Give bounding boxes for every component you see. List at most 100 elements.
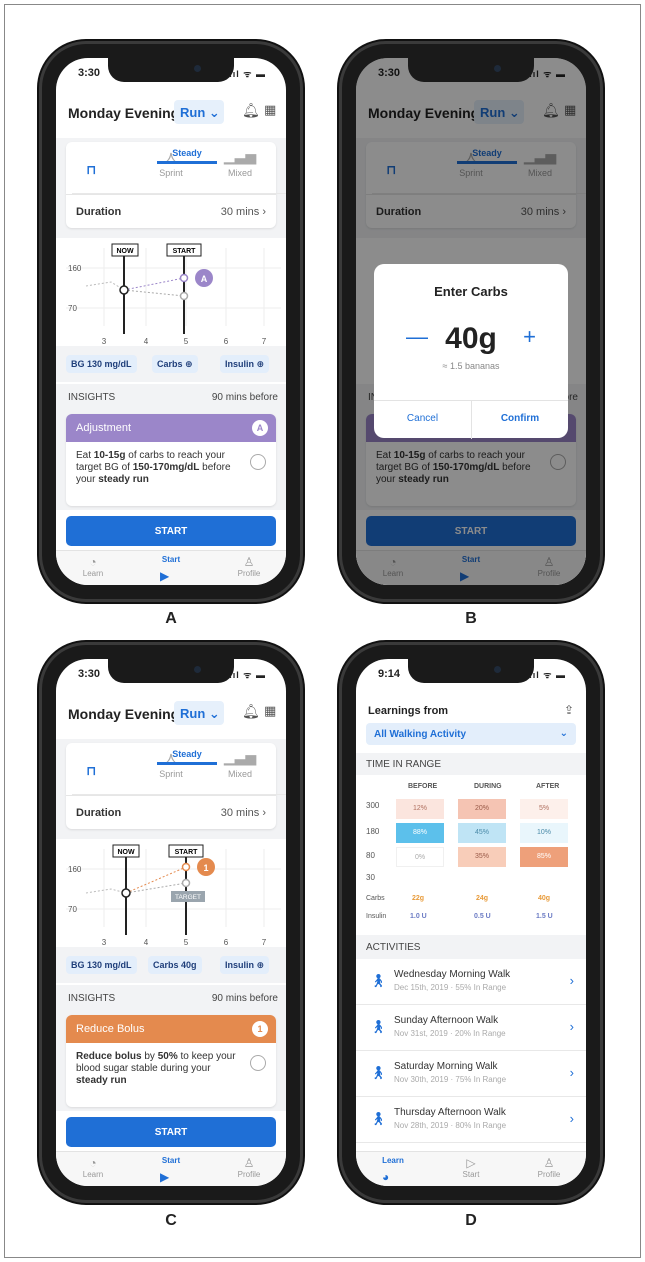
activity-name: Wednesday Morning Walk [394,969,511,980]
notch [108,659,234,683]
activity-label: Run [180,105,206,120]
play-icon: ▶ [160,569,170,583]
activity-details: Nov 31st, 2019 · 20% In Range [394,1029,506,1038]
notch [108,58,234,82]
list-item[interactable]: 🚶︎ Wednesday Morning Walk Dec 15th, 2019… [356,959,586,1005]
bg-pill[interactable]: BG 130 mg/dL [66,355,137,373]
run-type-card: ⊓ Steady ⋏ Sprint ▁▃▅ Mixed Duration 30 min… [66,142,286,228]
list-item[interactable]: 🚶︎ Saturday Morning Walk Nov 30th, 2019 … [356,1051,586,1097]
list-item[interactable]: 🚶︎ Thursday Afternoon Walk Nov 28th, 201… [356,1097,586,1143]
input-pills: BG 130 mg/dL Carbs 40g Insulin ⊕ [56,947,286,983]
x-tick: 6 [224,337,229,346]
nav-learn[interactable]: ◕ Learn [368,1156,418,1186]
start-button[interactable]: START [66,516,276,546]
nav-profile[interactable]: ♙ Profile [524,1156,574,1179]
nav-profile[interactable]: ♙ Profile [224,555,274,578]
chevron-down-icon: ⌄ [559,728,568,739]
screen-d: 9:14 ..ıl ᯤ ▬ Learnings from ⇪ All Walki… [356,659,586,1186]
walking-icon: 🚶︎ [370,1019,387,1034]
caption-b: B [465,610,477,627]
carbs-pill[interactable]: Carbs ⊕ [152,355,198,373]
insight-title: Reduce Bolus [76,1023,145,1035]
activity-dropdown[interactable]: Run ⌄ [174,701,224,725]
tab-sprint[interactable]: ⋏ Sprint [141,148,201,184]
table-cell: 12% [396,799,444,819]
activity-name: Thursday Afternoon Walk [394,1107,506,1118]
page-title: Learnings from [368,705,449,717]
nav-learn[interactable]: ◔ Learn [68,1156,118,1179]
increment-button[interactable]: + [523,324,536,350]
bg-pill[interactable]: BG 130 mg/dL [66,956,137,974]
y-axis-label: 180 [366,827,380,836]
carbs-pill[interactable]: Carbs 40g [148,956,202,974]
list-item[interactable]: 🚶︎ Sunday Afternoon Walk Nov 31st, 2019 … [356,1005,586,1051]
status-time: 3:30 [78,668,101,680]
insight-card[interactable]: Reduce Bolus 1 Reduce bolus by 50% to kee… [66,1015,276,1107]
start-label: START [173,248,197,255]
duration-row[interactable]: Duration 30 mins › [66,795,276,829]
share-icon[interactable]: ⇪ [564,703,574,717]
chevron-right-icon: › [569,973,574,988]
now-label: NOW [117,849,135,856]
cancel-button[interactable]: Cancel [374,413,471,424]
play-icon: ▶ [160,1170,170,1184]
profile-icon: ♙ [243,1156,255,1170]
confirm-button[interactable]: Confirm [471,401,568,439]
caption-a: A [165,610,177,627]
glucose-chart-svg: NOW START A 160 70 3 4 5 6 7 [66,243,281,346]
tab-sprint[interactable]: ⋏ Sprint [141,749,201,785]
carbs-value: 24g [476,895,489,902]
tab-label: Mixed [227,168,252,178]
page-title: Monday Evening [68,105,180,121]
insight-text: Eat 10-15g of carbs to reach your target… [76,450,231,485]
phone-c: 3:30 ..ıl ᯤ ▬ Monday Evening Run ⌄ 🔔︎ ▦ … [42,645,300,1200]
run-type-card: ⊓ Steady ⋏ Sprint ▁▃▅ Mixed Duration 30 min… [66,743,286,829]
table-cell: 5% [520,799,568,819]
nav-start[interactable]: ▶ Start [146,555,196,585]
accept-radio[interactable] [250,454,266,470]
time-in-range-table: BEFORE DURING AFTER 300 180 80 30 12% 20… [356,775,586,935]
duration-row[interactable]: Duration 30 mins › [66,194,276,228]
x-tick: 4 [144,337,149,346]
duration-value: 30 mins › [220,206,266,218]
insight-card[interactable]: Adjustment A Eat 10-15g of carbs to reac… [66,414,276,506]
profile-icon: ♙ [243,555,255,569]
activity-details: Dec 15th, 2019 · 55% In Range [394,983,507,992]
status-time: 9:14 [378,668,401,680]
status-time: 3:30 [78,67,101,79]
tab-mixed[interactable]: ▁▃▅ Mixed [210,749,270,785]
bell-icon[interactable]: 🔔︎ [242,102,260,119]
target-label: TARGET [175,894,201,901]
steady-icon: ⊓ [86,162,97,177]
calendar-icon[interactable]: ▦ [264,703,276,719]
svg-text:5: 5 [184,938,189,947]
learn-icon: ◔ [89,1156,97,1170]
start-button[interactable]: START [66,1117,276,1147]
x-tick: 7 [262,337,267,346]
column-header: BEFORE [408,783,438,790]
svg-text:160: 160 [68,865,82,874]
now-label: NOW [116,248,134,255]
nav-start[interactable]: ▶ Start [146,1156,196,1186]
calendar-icon[interactable]: ▦ [264,102,276,118]
tab-mixed[interactable]: ▁▃▅ Mixed [210,148,270,184]
insulin-pill[interactable]: Insulin ⊕ [220,355,270,373]
nav-learn[interactable]: ◔ Learn [68,555,118,578]
insights-section: Reduce Bolus 1 Reduce bolus by 50% to kee… [56,1011,286,1111]
nav-start[interactable]: ▷ Start [446,1156,496,1179]
glucose-chart: NOW START TARGET 1 160 70 3 4 5 6 7 [56,839,286,949]
carbs-value: 22g [412,895,425,902]
accept-radio[interactable] [250,1055,266,1071]
activity-details: Nov 30th, 2019 · 75% In Range [394,1075,507,1084]
table-cell: 10% [520,823,568,843]
nav-profile[interactable]: ♙ Profile [224,1156,274,1179]
activities-header: ACTIVITIES [356,935,586,959]
activity-dropdown[interactable]: Run ⌄ [174,100,224,124]
bell-icon[interactable]: 🔔︎ [242,703,260,720]
x-tick: 3 [102,337,107,346]
activity-filter-dropdown[interactable]: All Walking Activity ⌄ [366,723,576,745]
insulin-pill[interactable]: Insulin ⊕ [220,956,270,974]
screen-a: 3:30 ..ıl ᯤ ▬ Monday Evening Run ⌄ 🔔︎ ▦ … [56,58,286,585]
y-tick: 160 [68,264,82,273]
table-cell: 45% [458,823,506,843]
